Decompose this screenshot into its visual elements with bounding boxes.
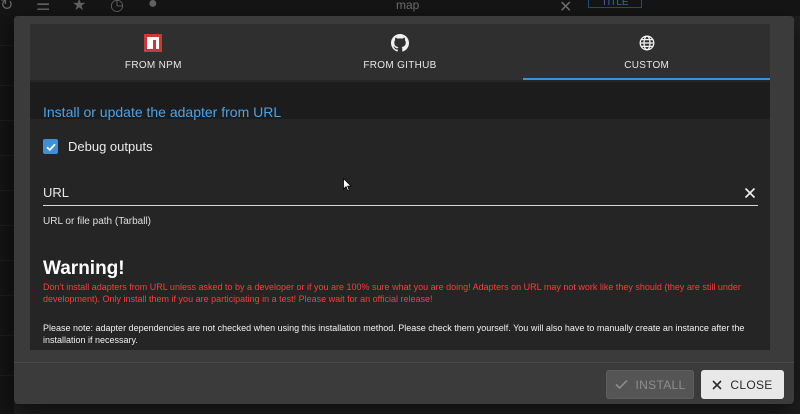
debug-outputs-label: Debug outputs (68, 139, 153, 154)
globe-icon (637, 33, 657, 53)
warning-title: Warning! (43, 258, 125, 279)
tab-label: CUSTOM (624, 60, 670, 71)
install-source-tabs: FROM NPM FROM GITHUB CUSTOM (30, 24, 770, 80)
tab-from-github[interactable]: FROM GITHUB (277, 24, 524, 80)
close-icon (712, 379, 722, 390)
debug-outputs-option[interactable]: Debug outputs (43, 139, 153, 154)
dependency-note-text: Please note: adapter dependencies are no… (43, 323, 745, 345)
install-button-label: INSTALL (635, 377, 686, 392)
clear-url-button[interactable] (742, 185, 758, 201)
url-input[interactable] (43, 182, 723, 202)
mouse-cursor-icon (343, 178, 352, 192)
header-title: Install or update the adapter from URL (43, 104, 282, 120)
npm-icon (143, 33, 163, 53)
checkmark-icon (45, 143, 56, 151)
tab-label: FROM GITHUB (363, 60, 437, 71)
dialog-content-panel: FROM NPM FROM GITHUB CUSTOM Install or u… (30, 24, 770, 350)
custom-install-header: Install or update the adapter from URL (30, 82, 770, 120)
url-helper-text: URL or file path (Tarball) (43, 216, 152, 227)
tab-custom[interactable]: CUSTOM (523, 24, 770, 80)
install-button[interactable]: INSTALL (606, 370, 694, 399)
url-field (43, 179, 758, 206)
custom-install-form: Debug outputs URL or file path (Tarball)… (30, 119, 770, 350)
github-icon (390, 33, 410, 53)
tab-from-npm[interactable]: FROM NPM (30, 24, 277, 80)
close-button-label: CLOSE (730, 377, 773, 392)
close-icon (744, 187, 756, 199)
dialog-actions: INSTALL CLOSE (14, 362, 794, 404)
warning-text: Don't install adapters from URL unless a… (43, 282, 741, 304)
check-icon (614, 379, 628, 390)
tab-label: FROM NPM (124, 60, 182, 71)
debug-outputs-checkbox[interactable] (43, 139, 58, 154)
close-button[interactable]: CLOSE (701, 370, 784, 399)
install-adapter-dialog: FROM NPM FROM GITHUB CUSTOM Install or u… (14, 16, 794, 404)
